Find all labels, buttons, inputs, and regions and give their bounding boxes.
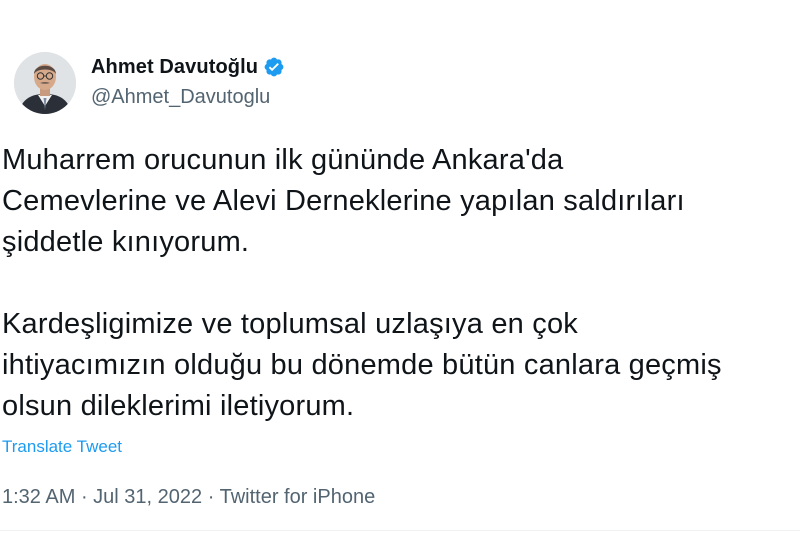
tweet-source[interactable]: Twitter for iPhone: [220, 486, 376, 508]
meta-separator: ·: [202, 486, 220, 508]
tweet-time[interactable]: 1:32 AM: [2, 486, 75, 508]
author-display-name[interactable]: Ahmet Davutoğlu: [91, 56, 258, 79]
divider: [0, 530, 800, 531]
tweet-metadata: 1:32 AM · Jul 31, 2022 · Twitter for iPh…: [2, 486, 375, 509]
meta-separator: ·: [75, 486, 94, 508]
tweet-date[interactable]: Jul 31, 2022: [93, 486, 202, 508]
tweet-paragraph-1: Muharrem orucunun ilk gününde Ankara'da …: [2, 144, 685, 258]
tweet-paragraph-2: Kardeşligimize ve toplumsal uzlaşıya en …: [2, 308, 722, 422]
verified-badge-icon: [263, 56, 285, 78]
translate-tweet-link[interactable]: Translate Tweet: [2, 437, 122, 457]
tweet-header: Ahmet Davutoğlu @Ahmet_Davutoglu: [10, 48, 790, 118]
avatar[interactable]: [14, 52, 76, 114]
author-names: Ahmet Davutoğlu @Ahmet_Davutoglu: [91, 52, 285, 109]
tweet-text: Muharrem orucunun ilk gününde Ankara'da …: [2, 140, 800, 427]
author-handle[interactable]: @Ahmet_Davutoglu: [91, 86, 285, 109]
